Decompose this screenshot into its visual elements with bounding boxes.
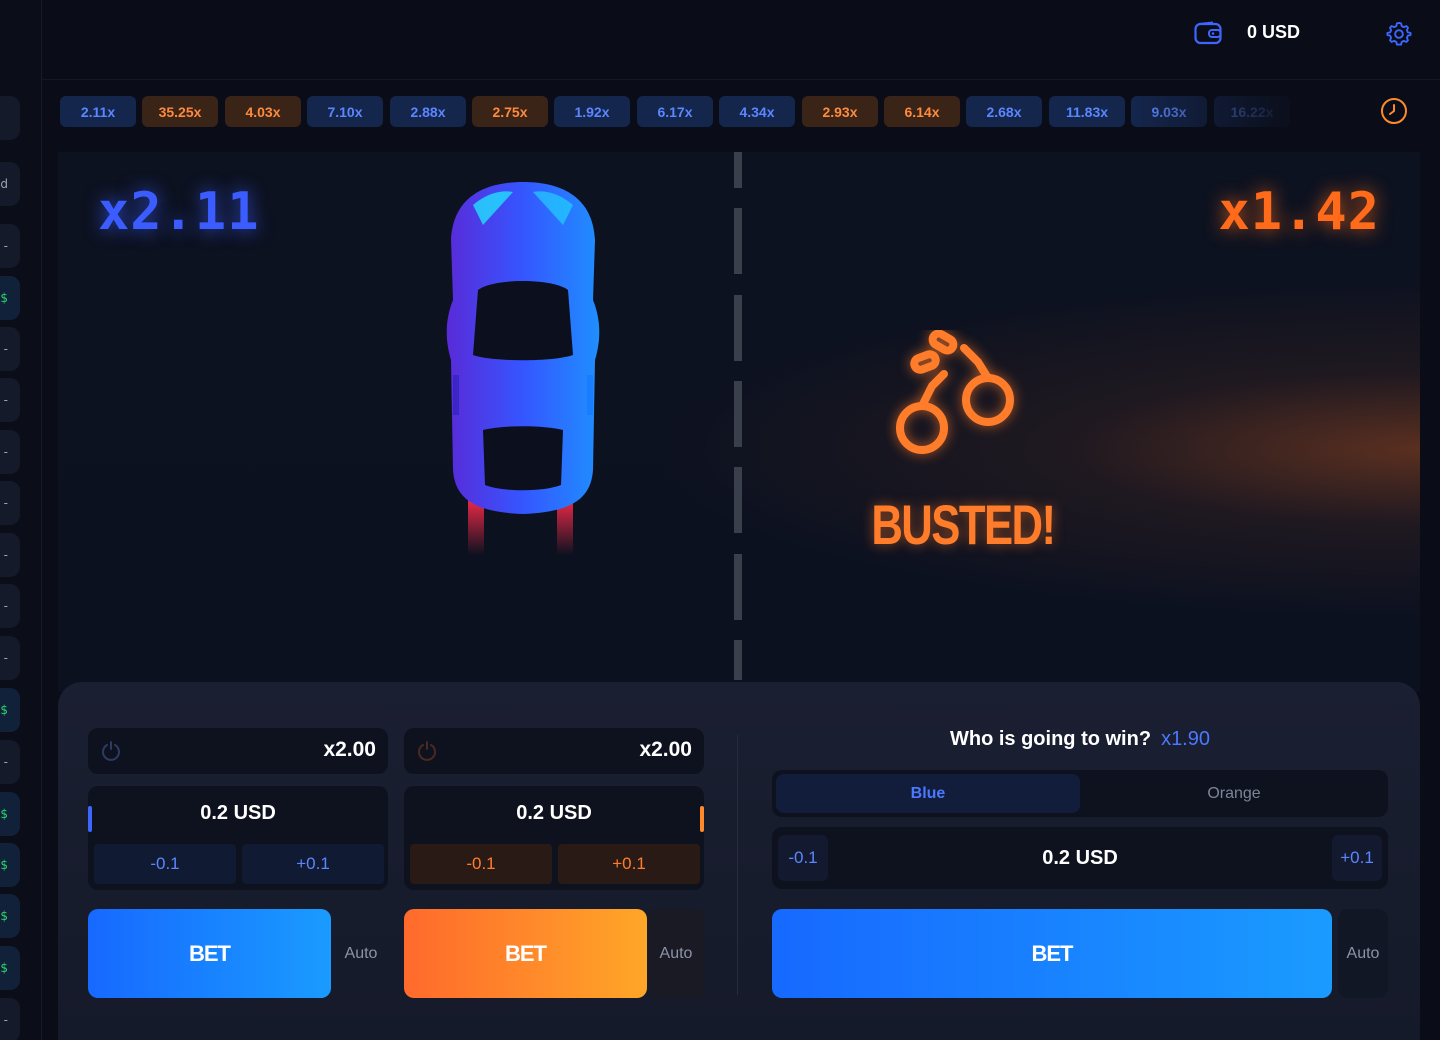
sidebar-item[interactable]: -	[0, 327, 20, 371]
duel-multiplier: x1.90	[1161, 728, 1210, 750]
blue-auto-button[interactable]: Auto	[331, 909, 391, 998]
duel-auto-button[interactable]: Auto	[1338, 909, 1388, 998]
balance-display: 0 USD	[1247, 22, 1301, 42]
panel-divider	[737, 735, 738, 995]
busted-text: BUSTED!	[871, 493, 1056, 556]
history-chip[interactable]: 2.75x	[472, 96, 548, 127]
sidebar-item[interactable]: -	[0, 636, 20, 680]
blue-plus-button[interactable]: +0.1	[242, 844, 384, 884]
history-chip[interactable]: 2.11x	[60, 96, 136, 127]
history-chip[interactable]: 7.10x	[307, 96, 383, 127]
history-chip[interactable]: 6.14x	[884, 96, 960, 127]
clock-icon[interactable]	[1380, 97, 1408, 125]
orange-amount-box: 0.2 USD -0.1 +0.1	[404, 786, 704, 890]
top-bar: 0 USD	[42, 0, 1440, 80]
sidebar-item[interactable]: -	[0, 584, 20, 628]
blue-multiplier: x2.11	[98, 182, 260, 242]
history-fade	[1130, 96, 1370, 127]
left-sidebar: d - $ - - - - - - - $ - $ $ $ $ -	[0, 0, 42, 1040]
duel-question-text: Who is going to win?	[949, 728, 1152, 750]
sidebar-item[interactable]: $	[0, 894, 20, 938]
sidebar-item[interactable]: -	[0, 998, 20, 1040]
side-option-orange[interactable]: Orange	[1082, 774, 1386, 813]
blue-amount-box: 0.2 USD -0.1 +0.1	[88, 786, 388, 890]
gear-icon[interactable]	[1385, 20, 1413, 48]
sidebar-item[interactable]: $	[0, 688, 20, 732]
orange-bet-button[interactable]: BET	[404, 909, 647, 998]
orange-auto-button[interactable]: Auto	[647, 909, 705, 998]
sidebar-item[interactable]: $	[0, 792, 20, 836]
duel-bet-button[interactable]: BET	[772, 909, 1332, 998]
sidebar-item[interactable]: -	[0, 533, 20, 577]
sidebar-item[interactable]: d	[0, 162, 20, 206]
history-chip[interactable]: 11.83x	[1049, 96, 1125, 127]
blue-auto-cashout[interactable]: x2.00	[88, 728, 388, 774]
orange-minus-button[interactable]: -0.1	[410, 844, 552, 884]
duel-question: Who is going to win? x1.90	[772, 728, 1388, 751]
sidebar-item[interactable]: $	[0, 276, 20, 320]
history-chip[interactable]: 2.88x	[390, 96, 466, 127]
sidebar-item[interactable]: -	[0, 378, 20, 422]
auto-cashout-value: x2.00	[323, 738, 376, 761]
sidebar-item[interactable]: $	[0, 946, 20, 990]
blue-minus-button[interactable]: -0.1	[94, 844, 236, 884]
sidebar-item[interactable]: -	[0, 430, 20, 474]
history-chip[interactable]: 4.34x	[719, 96, 795, 127]
orange-bet-amount[interactable]: 0.2 USD	[404, 802, 704, 825]
history-chip[interactable]: 35.25x	[142, 96, 218, 127]
wallet-icon[interactable]	[1194, 21, 1222, 45]
duel-amount-box: -0.1 0.2 USD +0.1	[772, 827, 1388, 889]
duel-plus-button[interactable]: +0.1	[1332, 835, 1382, 881]
auto-cashout-value: x2.00	[639, 738, 692, 761]
history-chip[interactable]: 1.92x	[554, 96, 630, 127]
side-option-blue[interactable]: Blue	[776, 774, 1080, 813]
history-chip[interactable]: 4.03x	[225, 96, 301, 127]
orange-multiplier: x1.42	[1218, 182, 1380, 242]
sidebar-item[interactable]	[0, 96, 20, 140]
sidebar-item[interactable]: -	[0, 224, 20, 268]
history-chip[interactable]: 2.68x	[966, 96, 1042, 127]
history-chip[interactable]: 2.93x	[802, 96, 878, 127]
handcuffs-icon	[896, 330, 1014, 454]
orange-auto-cashout[interactable]: x2.00	[404, 728, 704, 774]
power-icon[interactable]	[416, 740, 438, 762]
race-arena: x2.11 x1.42 BUSTED!	[58, 152, 1420, 692]
sidebar-item[interactable]: -	[0, 481, 20, 525]
side-selector: Blue Orange	[772, 770, 1388, 817]
blue-bet-button[interactable]: BET	[88, 909, 331, 998]
lane-divider	[734, 152, 742, 680]
blue-car	[446, 182, 600, 555]
orange-plus-button[interactable]: +0.1	[558, 844, 700, 884]
blue-bet-amount[interactable]: 0.2 USD	[88, 802, 388, 825]
power-icon[interactable]	[100, 740, 122, 762]
sidebar-item[interactable]: $	[0, 843, 20, 887]
history-chip[interactable]: 6.17x	[637, 96, 713, 127]
duel-bet-amount[interactable]: 0.2 USD	[772, 847, 1388, 870]
sidebar-item[interactable]: -	[0, 740, 20, 784]
